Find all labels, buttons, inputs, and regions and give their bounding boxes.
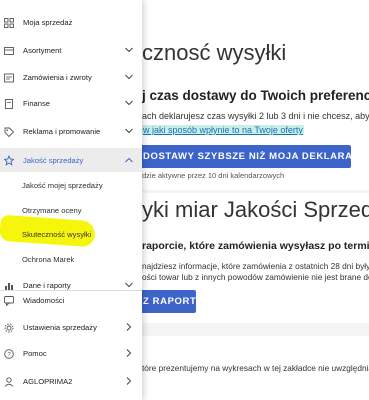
preferences-description: ach deklarujesz czas wysyłki 2 lub 3 dni… — [142, 111, 369, 121]
sidebar-item-reklama[interactable]: Reklama i promowanie — [0, 119, 142, 144]
sidebar-item-label: Reklama i promowanie — [23, 127, 101, 136]
chat-icon — [4, 295, 14, 306]
chevron-down-icon[interactable] — [125, 46, 133, 54]
delivery-preferences-card: cznosć wysyłki j czas dostawy do Twoich … — [142, 0, 369, 190]
chevron-down-icon[interactable] — [125, 73, 133, 81]
sidebar-item-account[interactable]: AGLOPRIMA2 — [0, 369, 142, 394]
sidebar-item-label: Pomoc — [23, 349, 47, 358]
chevron-right-icon[interactable] — [125, 377, 133, 385]
report-heading: raporcie, które zamówienia wysyłasz po t… — [142, 240, 369, 252]
chevron-right-icon[interactable] — [125, 349, 133, 357]
offers-impact-link-row: w jaki sposób wpłynie to na Twoje oferty — [142, 125, 304, 135]
sidebar-item-asortyment[interactable]: Asortyment — [0, 38, 142, 63]
sub-item-skutecznosc-wysylki[interactable]: Skuteczność wysyłki — [22, 230, 91, 239]
main-content: cznosć wysyłki j czas dostawy do Twoich … — [142, 0, 369, 400]
sidebar-item-wiadomosci[interactable]: Wiadomości — [0, 288, 142, 313]
sidebar-item-ustawienia[interactable]: Ustawienia sprzedaży — [0, 315, 142, 340]
sidebar-item-zamowienia[interactable]: Zamówienia i zwroty — [0, 65, 142, 90]
sub-item-otrzymane-oceny[interactable]: Otrzymane oceny — [22, 206, 82, 215]
report-line-2: ości towar lub z innych powodów zamówien… — [142, 272, 369, 282]
page-title: cznosć wysyłki — [142, 40, 287, 65]
box-icon — [4, 46, 14, 56]
sub-item-ochrona-marek[interactable]: Ochrona Marek — [22, 255, 74, 264]
chevron-right-icon[interactable] — [125, 323, 133, 331]
section-title: yki miar Jakości Sprzedaży — [142, 197, 369, 222]
grid-icon — [4, 17, 14, 28]
star-icon — [4, 155, 14, 166]
gear-icon — [4, 323, 14, 333]
sidebar-item-label: Ustawienia sprzedaży — [23, 323, 97, 332]
help-icon: ? — [4, 348, 14, 359]
chevron-up-icon[interactable] — [125, 156, 133, 164]
active-note: dzie aktywne przez 10 dni kalendarzowych — [142, 171, 285, 180]
sidebar-item-pomoc[interactable]: ? Pomoc — [0, 341, 142, 366]
sidebar-item-label: Zamówienia i zwroty — [23, 73, 92, 82]
preferences-heading: j czas dostawy do Twoich preferencji — [142, 88, 369, 103]
sidebar-item-label: AGLOPRIMA2 — [23, 377, 73, 386]
charts-info-card: tóre prezentujemy na wykresach w tej zak… — [142, 336, 369, 400]
sub-item-jakosc-mojej-sprzedazy[interactable]: Jakość mojej sprzedaży — [22, 181, 103, 190]
charts-info-text: tóre prezentujemy na wykresach w tej zak… — [142, 363, 369, 373]
document-icon — [4, 98, 14, 109]
sidebar-item-moja-sprzedaz[interactable]: Moja sprzedaż — [0, 10, 142, 35]
faster-delivery-button[interactable]: DOSTAWY SZYBSZE NIŻ MOJA DEKLARACJA — [142, 145, 369, 168]
sidebar-item-label: Jakość sprzedaży — [23, 156, 84, 165]
sidebar-item-label: Wiadomości — [23, 296, 65, 305]
sidebar: Moja sprzedaż Asortyment Zamówienia i zw… — [0, 0, 142, 400]
chevron-down-icon[interactable] — [125, 99, 133, 107]
sidebar-item-label: Asortyment — [23, 46, 62, 55]
sidebar-item-label: Finanse — [23, 99, 51, 108]
sidebar-item-jakosc-sprzedazy[interactable]: Jakość sprzedaży — [0, 148, 142, 173]
chevron-down-icon[interactable] — [125, 127, 133, 135]
report-line-1: najdziesz informacje, które zamówienia z… — [142, 261, 369, 271]
sidebar-item-finanse[interactable]: Finanse — [0, 91, 142, 116]
tag-icon — [4, 127, 14, 137]
download-report-button[interactable]: Z RAPORT — [142, 290, 196, 313]
sidebar-item-label: Moja sprzedaż — [23, 18, 73, 27]
orders-icon — [4, 73, 14, 83]
offers-impact-link[interactable]: w jaki sposób wpłynie to na Twoje oferty — [142, 125, 304, 135]
user-icon — [4, 376, 14, 387]
